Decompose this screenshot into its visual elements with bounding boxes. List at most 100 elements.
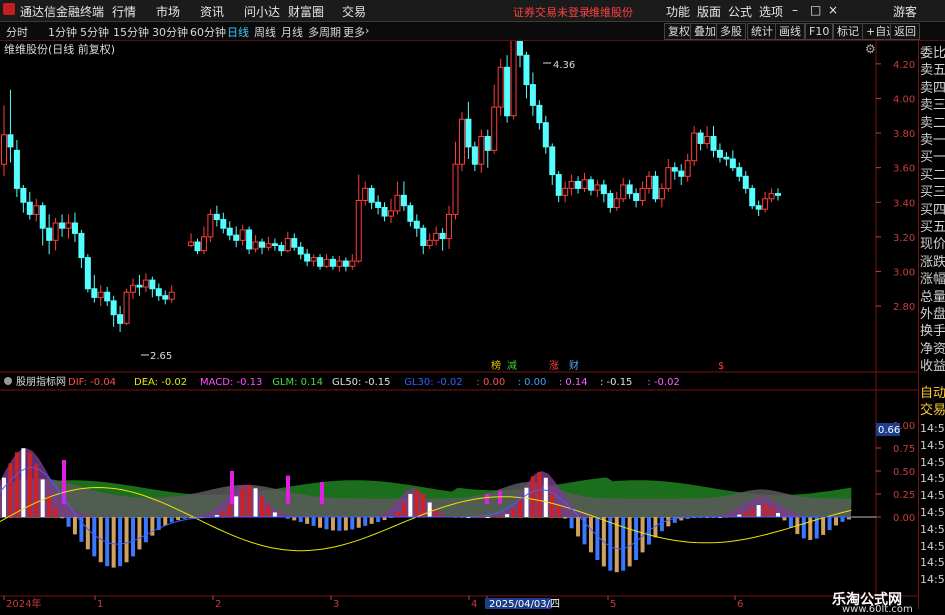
candle-body xyxy=(265,243,272,248)
menu-discover[interactable]: 问小达 xyxy=(244,3,280,20)
period-weekly[interactable]: 周线 xyxy=(254,24,276,40)
menu-wealth[interactable]: 交易 xyxy=(342,3,366,20)
candle-body xyxy=(388,210,394,217)
event-marker[interactable]: 榜 xyxy=(491,359,501,372)
menu-function[interactable]: 功能 xyxy=(666,3,690,20)
event-marker[interactable]: 涨 xyxy=(549,360,559,372)
quote-field-label[interactable]: 卖一 xyxy=(920,132,945,149)
period-60min[interactable]: 60分钟 xyxy=(190,24,226,40)
tick-time: 14:56 xyxy=(920,438,945,452)
quote-field-label[interactable]: 净资 xyxy=(920,341,945,358)
quote-field-label[interactable]: 卖五 xyxy=(920,62,945,79)
candle-body xyxy=(678,170,685,177)
price-tick-label: 3.20 xyxy=(893,233,915,244)
chart-area[interactable]: 4.204.003.803.603.403.203.002.80 1.000.7… xyxy=(0,41,918,609)
histogram-bar xyxy=(137,517,142,550)
histogram-bar xyxy=(21,448,26,517)
period-more[interactable]: 更多 xyxy=(343,24,365,40)
quote-field-label[interactable]: 总量 xyxy=(920,289,945,306)
period-30min[interactable]: 30分钟 xyxy=(152,24,188,40)
candle-body xyxy=(323,258,330,267)
event-marker[interactable]: $ xyxy=(718,361,724,372)
histogram-bar xyxy=(401,503,406,517)
menu-quotes[interactable]: 行情 xyxy=(112,3,136,20)
auto-trade-label[interactable]: 交易 xyxy=(920,402,945,419)
indicator-value: : -0.15 xyxy=(600,377,632,388)
indicator-toggle-icon[interactable] xyxy=(4,377,12,385)
close-button[interactable]: × xyxy=(828,3,838,17)
quote-field-label[interactable]: 买一 xyxy=(920,149,945,166)
histogram-bar xyxy=(66,517,71,527)
candle-body xyxy=(529,84,536,106)
candle-body xyxy=(162,295,169,300)
stock-tab[interactable]: 维维股份 xyxy=(589,4,633,20)
candle-body xyxy=(136,284,143,288)
maximize-button[interactable]: □ xyxy=(810,3,821,17)
candle-body xyxy=(433,232,440,241)
histogram-bar xyxy=(588,517,593,553)
settings-gear-icon[interactable]: ⚙ xyxy=(865,42,876,56)
candle-body xyxy=(349,260,356,267)
candle-body xyxy=(59,222,66,229)
histogram-bar xyxy=(253,488,258,517)
menu-formula[interactable]: 公式 xyxy=(728,3,752,20)
candle-body xyxy=(368,187,375,203)
menu-news[interactable]: 资讯 xyxy=(200,3,224,20)
histogram-bar xyxy=(163,517,168,526)
period-intraday[interactable]: 分时 xyxy=(6,24,28,40)
statistics-button[interactable]: 统计 xyxy=(747,23,777,40)
period-15min[interactable]: 15分钟 xyxy=(113,24,149,40)
candle-body xyxy=(7,134,14,148)
quote-field-label[interactable]: 委比 xyxy=(920,45,945,62)
quote-field-label[interactable]: 卖四 xyxy=(920,80,945,97)
candle-body xyxy=(375,201,382,208)
period-multi[interactable]: 多周期 xyxy=(308,24,341,40)
period-toolbar: 分时 1分钟 5分钟 15分钟 30分钟 60分钟 日线 周线 月线 多周期 更… xyxy=(0,22,945,41)
menu-ask[interactable]: 财富圈 xyxy=(288,3,324,20)
candle-body xyxy=(362,187,369,202)
histogram-bar xyxy=(498,516,503,518)
quote-field-label[interactable]: 买五 xyxy=(920,219,945,236)
quote-field-label[interactable]: 涨跌 xyxy=(920,254,945,271)
menu-options[interactable]: 选项 xyxy=(759,3,783,20)
event-marker[interactable]: 财 xyxy=(569,359,579,372)
period-1min[interactable]: 1分钟 xyxy=(48,24,77,40)
period-daily[interactable]: 日线 xyxy=(227,24,249,40)
event-marker[interactable]: 减 xyxy=(507,360,517,372)
guest-label[interactable]: 游客 xyxy=(893,3,917,20)
candle-body xyxy=(97,291,104,298)
login-notice[interactable]: 证券交易未登录 xyxy=(513,4,590,20)
candle-body xyxy=(446,213,453,240)
candle-body xyxy=(587,179,594,191)
chevron-right-icon[interactable]: › xyxy=(365,24,369,37)
quote-field-label[interactable]: 收益 xyxy=(920,358,945,375)
multi-stock-button[interactable]: 多股 xyxy=(716,23,746,40)
quote-field-label[interactable]: 涨幅 xyxy=(920,271,945,288)
draw-line-button[interactable]: 画线 xyxy=(775,23,805,40)
menu-layout[interactable]: 版面 xyxy=(697,3,721,20)
quote-field-label[interactable]: 现价 xyxy=(920,236,945,253)
candle-body xyxy=(536,104,543,124)
quote-field-label[interactable]: 买三 xyxy=(920,184,945,201)
candle-body xyxy=(607,193,614,208)
quote-field-label[interactable]: 卖三 xyxy=(920,97,945,114)
candle-body xyxy=(594,184,601,191)
menu-market[interactable]: 市场 xyxy=(156,3,180,20)
quote-field-label[interactable]: 买四 xyxy=(920,202,945,219)
candle-body xyxy=(233,234,240,241)
period-monthly[interactable]: 月线 xyxy=(281,24,303,40)
quote-field-label[interactable]: 买二 xyxy=(920,167,945,184)
quote-field-label[interactable]: 卖二 xyxy=(920,115,945,132)
period-5min[interactable]: 5分钟 xyxy=(80,24,109,40)
minimize-button[interactable]: – xyxy=(792,3,798,17)
quote-field-label[interactable]: 外盘 xyxy=(920,306,945,323)
quote-field-label[interactable]: 换手 xyxy=(920,323,945,340)
candle-body xyxy=(568,180,575,189)
f10-button[interactable]: F10 xyxy=(805,23,834,40)
histogram-bar xyxy=(2,477,6,517)
histogram-bar xyxy=(92,517,97,557)
mark-button[interactable]: 标记 xyxy=(833,23,863,40)
back-button[interactable]: 返回 xyxy=(890,23,920,40)
auto-trade-label[interactable]: 自动 xyxy=(920,385,945,402)
candle-body xyxy=(400,194,407,207)
